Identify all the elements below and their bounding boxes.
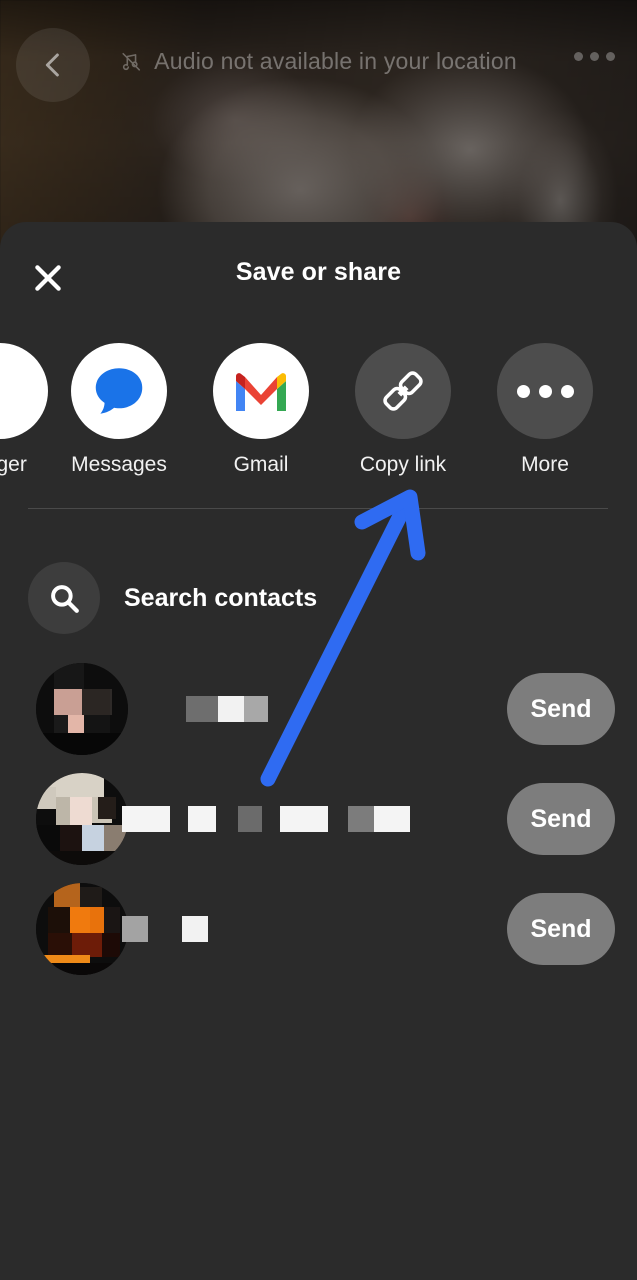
more-horizontal-icon: [497, 343, 593, 439]
more-dot: [516, 384, 530, 398]
more-horizontal-icon-dot: [606, 52, 615, 61]
contact-name-redacted: [186, 696, 268, 722]
search-contacts-button[interactable]: Search contacts: [28, 562, 317, 634]
contact-row[interactable]: Send: [0, 764, 637, 874]
share-target-copy-link[interactable]: Copy link: [332, 343, 474, 477]
messenger-bolt-icon: [0, 382, 22, 399]
share-target-messages[interactable]: Messages: [48, 343, 190, 477]
send-button[interactable]: Send: [507, 783, 615, 855]
share-target-gmail[interactable]: Gmail: [190, 343, 332, 477]
share-target-label: Gmail: [233, 453, 289, 476]
chevron-left-icon: [45, 53, 59, 77]
share-target-messenger[interactable]: enger: [0, 343, 48, 477]
messages-icon: [71, 343, 167, 439]
send-button[interactable]: Send: [507, 673, 615, 745]
contact-name-redacted: [122, 916, 208, 942]
more-dot: [538, 384, 552, 398]
audio-notice-text: Audio not available in your location: [154, 48, 517, 74]
share-target-label: enger: [0, 453, 27, 476]
contacts-list: Send Send Send: [0, 654, 637, 984]
page-title: Save or share: [235, 258, 402, 286]
share-targets-row[interactable]: enger Messages: [0, 343, 637, 488]
share-target-label: Messages: [71, 453, 167, 476]
avatar: [36, 773, 128, 865]
gmail-m-icon: [236, 373, 286, 411]
audio-unavailable-notice: Audio not available in your location: [0, 48, 637, 75]
link-icon: [355, 343, 451, 439]
magnifier-icon: [51, 585, 79, 613]
messenger-icon: [0, 343, 48, 439]
more-horizontal-icon-dot: [574, 52, 583, 61]
share-target-more[interactable]: More: [474, 343, 616, 477]
contact-name-redacted: [122, 806, 410, 832]
music-note-muted-icon: [122, 52, 141, 71]
back-button[interactable]: [16, 28, 90, 102]
contact-row[interactable]: Send: [0, 654, 637, 764]
share-target-label: More: [521, 453, 569, 476]
send-button[interactable]: Send: [507, 893, 615, 965]
sheet-header: Save or share: [0, 222, 637, 332]
avatar: [36, 883, 128, 975]
gmail-icon: [213, 343, 309, 439]
chain-link-icon: [383, 371, 423, 411]
search-contacts-label: Search contacts: [124, 583, 318, 612]
contact-row[interactable]: Send: [0, 874, 637, 984]
save-or-share-sheet: Save or share enger: [0, 222, 637, 1280]
messages-bubble-icon: [95, 368, 143, 414]
more-dot: [560, 384, 574, 398]
phone-screen: Audio not available in your location Sav…: [0, 0, 637, 1280]
avatar: [36, 663, 128, 755]
section-divider: [28, 508, 608, 509]
search-icon: [28, 562, 100, 634]
video-top-bar: Audio not available in your location: [0, 0, 637, 130]
video-more-button[interactable]: [574, 52, 615, 61]
more-horizontal-icon-dot: [590, 52, 599, 61]
share-target-label: Copy link: [359, 453, 447, 476]
